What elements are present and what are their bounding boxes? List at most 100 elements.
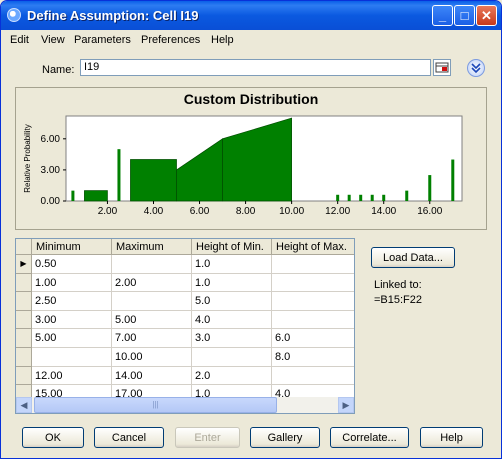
table-cell[interactable]: 7.00 (112, 329, 192, 348)
app-icon (7, 8, 21, 22)
linked-to-label: Linked to: (374, 279, 422, 291)
table-cell[interactable] (272, 367, 354, 386)
x-tick-label: 14.00 (371, 206, 396, 217)
row-header[interactable] (16, 292, 32, 311)
cell-reference-icon[interactable] (433, 59, 451, 76)
help-button[interactable]: Help (420, 427, 483, 448)
distribution-chart[interactable]: 2.00 4.00 6.00 8.00 10.00 12.00 14.00 16.00 0.00… (16, 88, 486, 229)
table-cell[interactable] (32, 348, 112, 367)
y-tick-label: 6.00 (41, 134, 61, 145)
menu-parameters[interactable]: Parameters (74, 34, 131, 46)
name-label: Name: (42, 64, 75, 76)
spike-bar (428, 175, 432, 201)
window-title: Define Assumption: Cell I19 (27, 8, 199, 23)
correlate-button[interactable]: Correlate... (330, 427, 409, 448)
table-cell[interactable]: 2.00 (112, 273, 192, 293)
cancel-button[interactable]: Cancel (94, 427, 164, 448)
row-header[interactable] (16, 348, 32, 367)
table-cell[interactable]: 4.0 (192, 310, 272, 330)
y-axis-label: Relative Probability (23, 124, 32, 192)
ok-button[interactable]: OK (22, 427, 84, 448)
spike-bar (117, 149, 121, 201)
x-tick-label: 16.00 (417, 206, 442, 217)
table-cell[interactable]: 8.0 (272, 348, 354, 367)
table-cell[interactable] (272, 255, 354, 274)
close-icon: ✕ (481, 8, 492, 23)
menu-help[interactable]: Help (211, 34, 234, 46)
chart-panel: Custom Distribution 2.00 4.00 6.00 8.00 10.0… (15, 87, 487, 230)
horizontal-scrollbar[interactable]: ◀ ||| ▶ (16, 397, 354, 413)
grid-corner (16, 239, 32, 255)
y-tick-label: 0.00 (41, 196, 61, 207)
table-cell[interactable]: 6.0 (272, 329, 354, 348)
table-cell[interactable]: 5.0 (192, 292, 272, 311)
y-tick-label: 3.00 (41, 165, 61, 176)
menu-edit[interactable]: Edit (10, 34, 29, 46)
x-tick-label: 12.00 (325, 206, 350, 217)
spike-bar (359, 194, 363, 201)
column-header[interactable]: Maximum (112, 239, 192, 255)
row-header[interactable]: ▶ (16, 255, 32, 274)
spike-bar (71, 190, 75, 201)
range-bar (130, 159, 177, 202)
maximize-icon: □ (460, 8, 469, 23)
gallery-button[interactable]: Gallery (250, 427, 320, 448)
table-cell[interactable]: 14.00 (112, 366, 192, 386)
x-tick-label: 4.00 (144, 206, 164, 217)
x-tick-label: 2.00 (98, 206, 118, 217)
table-cell[interactable]: 2.50 (32, 292, 112, 311)
row-header[interactable] (16, 310, 32, 330)
table-cell[interactable] (112, 255, 192, 274)
table-cell[interactable] (192, 348, 272, 367)
column-header[interactable]: Height of Max. (272, 239, 354, 255)
x-tick-label: 6.00 (190, 206, 210, 217)
scroll-thumb[interactable]: ||| (34, 397, 277, 413)
spike-bar (382, 194, 386, 201)
table-cell[interactable]: 1.0 (192, 255, 272, 274)
menu-view[interactable]: View (41, 34, 65, 46)
title-bar[interactable]: Define Assumption: Cell I19 _ □ ✕ (1, 1, 501, 30)
table-cell[interactable]: 5.00 (112, 310, 192, 330)
table-cell[interactable]: 1.0 (192, 273, 272, 293)
column-header[interactable]: Height of Min. (192, 239, 272, 255)
table-cell[interactable]: 2.0 (192, 366, 272, 386)
spike-bar (347, 194, 351, 201)
menu-preferences[interactable]: Preferences (141, 34, 200, 46)
row-header[interactable] (16, 329, 32, 348)
table-cell[interactable]: 3.00 (32, 310, 112, 330)
define-assumption-dialog: Define Assumption: Cell I19 _ □ ✕ Edit V… (0, 0, 502, 459)
maximize-button[interactable]: □ (454, 5, 475, 26)
range-bar (84, 190, 108, 202)
table-cell[interactable]: 10.00 (112, 348, 192, 367)
name-input[interactable]: I19 (80, 59, 431, 76)
linked-to-value: =B15:F22 (374, 294, 423, 306)
parameter-grid[interactable]: Minimum Maximum Height of Min. Height of Ma… (15, 238, 355, 414)
table-cell[interactable] (272, 292, 354, 311)
scroll-right-arrow-icon[interactable]: ▶ (338, 397, 354, 413)
spike-bar (451, 159, 455, 201)
row-header[interactable] (16, 273, 32, 293)
x-tick-label: 8.00 (236, 206, 256, 217)
spike-bar (370, 194, 374, 201)
scroll-left-arrow-icon[interactable]: ◀ (16, 397, 32, 413)
column-header[interactable]: Minimum (32, 239, 112, 255)
table-cell[interactable]: 0.50 (32, 255, 112, 274)
menu-bar: Edit View Parameters Preferences Help (1, 30, 501, 50)
table-cell[interactable]: 1.00 (32, 273, 112, 293)
minimize-button[interactable]: _ (432, 5, 453, 26)
load-data-button[interactable]: Load Data... (371, 247, 455, 268)
table-cell[interactable] (112, 292, 192, 311)
table-cell[interactable]: 12.00 (32, 366, 112, 386)
spike-bar (336, 194, 340, 201)
minimize-icon: _ (438, 8, 447, 23)
row-header[interactable] (16, 366, 32, 386)
enter-button: Enter (175, 427, 240, 448)
close-button[interactable]: ✕ (476, 5, 497, 26)
table-cell[interactable] (272, 311, 354, 330)
table-cell[interactable]: 3.0 (192, 329, 272, 348)
x-tick-label: 10.00 (279, 206, 304, 217)
spike-bar (405, 190, 409, 201)
expand-chevron-icon[interactable] (467, 59, 485, 77)
table-cell[interactable] (272, 274, 354, 293)
table-cell[interactable]: 5.00 (32, 329, 112, 348)
